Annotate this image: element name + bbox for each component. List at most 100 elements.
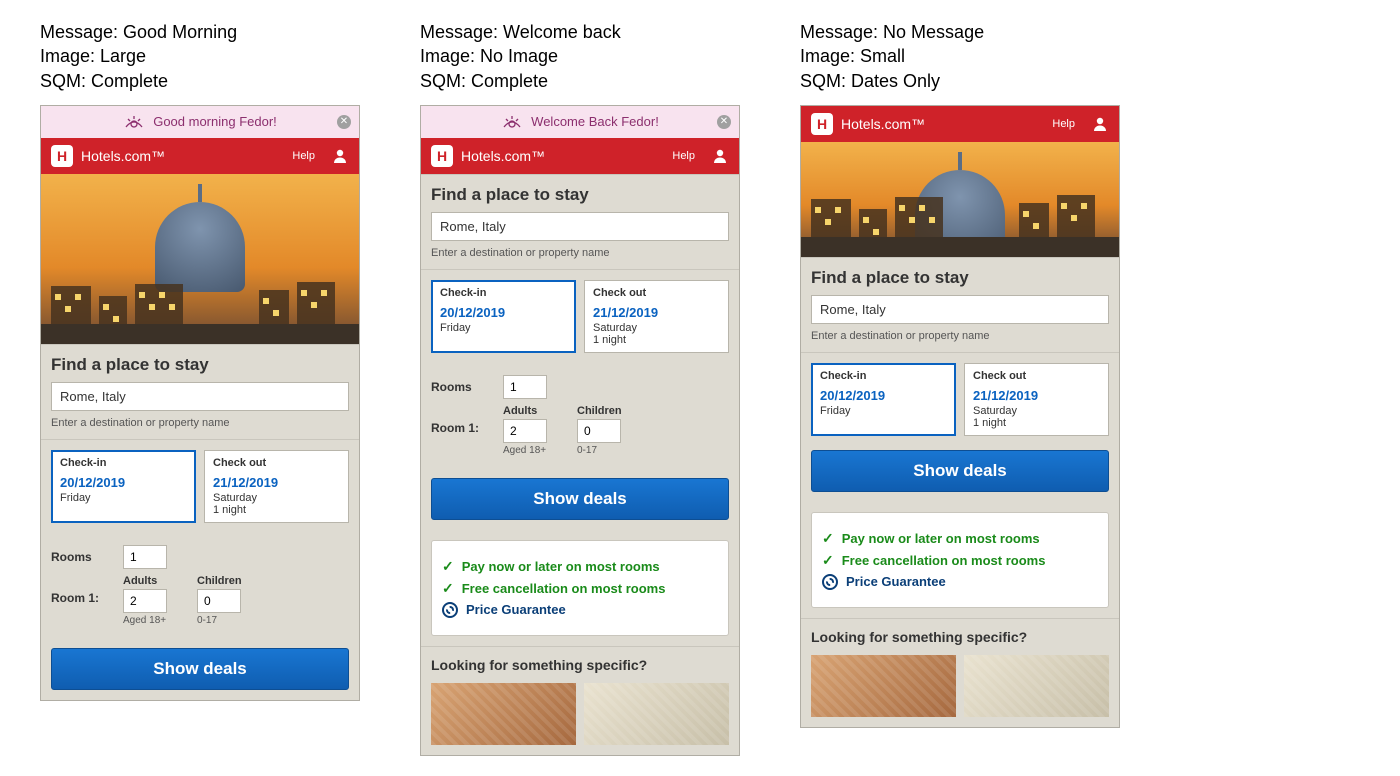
greeting-text: Good morning Fedor! bbox=[153, 114, 277, 129]
badge-price-guarantee[interactable]: Price Guarantee bbox=[442, 602, 718, 618]
checkout-date: 21/12/2019 bbox=[213, 475, 340, 490]
brand-name: Hotels.com™ bbox=[841, 116, 1044, 132]
sunrise-icon bbox=[123, 114, 145, 130]
brand-logo[interactable]: H bbox=[51, 145, 73, 167]
children-label: Children bbox=[577, 405, 622, 417]
mobile-mockup: Good morning Fedor! ✕ H Hotels.com™ Help… bbox=[40, 105, 360, 701]
checkout-card[interactable]: Check out 21/12/2019 Saturday 1 night bbox=[204, 450, 349, 523]
rooms-input[interactable] bbox=[503, 375, 547, 399]
brand-logo[interactable]: H bbox=[811, 113, 833, 135]
checkin-label: Check-in bbox=[820, 370, 947, 382]
specific-thumbs bbox=[421, 683, 739, 755]
destination-hint: Enter a destination or property name bbox=[811, 330, 1109, 342]
badge-pay-now: ✓Pay now or later on most rooms bbox=[822, 530, 1098, 547]
user-icon[interactable] bbox=[1091, 115, 1109, 133]
checkin-card[interactable]: Check-in 20/12/2019 Friday bbox=[431, 280, 576, 353]
brand-logo[interactable]: H bbox=[431, 145, 453, 167]
specific-thumb[interactable] bbox=[431, 683, 576, 745]
checkout-label: Check out bbox=[593, 287, 720, 299]
adults-label: Adults bbox=[503, 405, 547, 417]
nights-text: 1 night bbox=[213, 504, 340, 516]
checkout-label: Check out bbox=[973, 370, 1100, 382]
show-deals-button[interactable]: Show deals bbox=[51, 648, 349, 690]
variant-column: Message: No Message Image: Small SQM: Da… bbox=[800, 20, 1120, 728]
mobile-mockup: Welcome Back Fedor! ✕ H Hotels.com™ Help… bbox=[420, 105, 740, 756]
specific-title: Looking for something specific? bbox=[421, 646, 739, 683]
price-guarantee-icon bbox=[442, 602, 458, 618]
user-icon[interactable] bbox=[331, 147, 349, 165]
specific-thumbs bbox=[801, 655, 1119, 727]
destination-hint: Enter a destination or property name bbox=[51, 417, 349, 429]
check-icon: ✓ bbox=[822, 530, 834, 547]
room-prefix: Room 1: bbox=[51, 575, 113, 605]
adults-input[interactable] bbox=[503, 419, 547, 443]
checkin-day: Friday bbox=[820, 405, 947, 417]
greeting-banner: Welcome Back Fedor! ✕ bbox=[421, 106, 739, 138]
show-deals-button[interactable]: Show deals bbox=[811, 450, 1109, 492]
check-icon: ✓ bbox=[822, 552, 834, 569]
hero-image bbox=[801, 142, 1119, 257]
app-header: H Hotels.com™ Help bbox=[41, 138, 359, 174]
destination-input[interactable] bbox=[431, 212, 729, 241]
destination-input[interactable] bbox=[51, 382, 349, 411]
variant-column: Message: Welcome back Image: No Image SQ… bbox=[420, 20, 740, 756]
adults-sub: Aged 18+ bbox=[123, 615, 167, 626]
search-title: Find a place to stay bbox=[51, 355, 349, 375]
rooms-label: Rooms bbox=[51, 550, 113, 564]
checkin-day: Friday bbox=[60, 492, 187, 504]
children-sub: 0-17 bbox=[577, 445, 622, 456]
specific-thumb[interactable] bbox=[811, 655, 956, 717]
date-row: Check-in 20/12/2019 Friday Check out 21/… bbox=[41, 440, 359, 533]
variant-caption: Message: No Message Image: Small SQM: Da… bbox=[800, 20, 1120, 93]
search-section: Find a place to stay Enter a destination… bbox=[421, 174, 739, 270]
checkin-card[interactable]: Check-in 20/12/2019 Friday bbox=[51, 450, 196, 523]
checkin-label: Check-in bbox=[60, 457, 187, 469]
help-link[interactable]: Help bbox=[292, 150, 315, 162]
mobile-mockup: H Hotels.com™ Help Find a place to stay … bbox=[800, 105, 1120, 728]
badge-free-cancel: ✓Free cancellation on most rooms bbox=[442, 580, 718, 597]
badge-free-cancel: ✓Free cancellation on most rooms bbox=[822, 552, 1098, 569]
checkin-label: Check-in bbox=[440, 287, 567, 299]
children-label: Children bbox=[197, 575, 242, 587]
hero-image bbox=[41, 174, 359, 344]
variant-column: Message: Good Morning Image: Large SQM: … bbox=[40, 20, 360, 701]
price-guarantee-icon bbox=[822, 574, 838, 590]
close-icon[interactable]: ✕ bbox=[717, 115, 731, 129]
badges-card: ✓Pay now or later on most rooms ✓Free ca… bbox=[431, 540, 729, 636]
checkout-label: Check out bbox=[213, 457, 340, 469]
checkout-day: Saturday bbox=[973, 405, 1100, 417]
adults-sub: Aged 18+ bbox=[503, 445, 547, 456]
destination-input[interactable] bbox=[811, 295, 1109, 324]
room-prefix: Room 1: bbox=[431, 405, 493, 435]
close-icon[interactable]: ✕ bbox=[337, 115, 351, 129]
children-input[interactable] bbox=[197, 589, 241, 613]
search-title: Find a place to stay bbox=[431, 185, 729, 205]
adults-input[interactable] bbox=[123, 589, 167, 613]
checkout-card[interactable]: Check out 21/12/2019 Saturday 1 night bbox=[964, 363, 1109, 436]
app-header: H Hotels.com™ Help bbox=[421, 138, 739, 174]
nights-text: 1 night bbox=[973, 417, 1100, 429]
children-input[interactable] bbox=[577, 419, 621, 443]
search-section: Find a place to stay Enter a destination… bbox=[801, 257, 1119, 353]
checkout-day: Saturday bbox=[593, 322, 720, 334]
checkout-date: 21/12/2019 bbox=[593, 305, 720, 320]
sunrise-icon bbox=[501, 114, 523, 130]
checkin-date: 20/12/2019 bbox=[440, 305, 567, 320]
badge-pay-now: ✓Pay now or later on most rooms bbox=[442, 558, 718, 575]
check-icon: ✓ bbox=[442, 558, 454, 575]
greeting-banner: Good morning Fedor! ✕ bbox=[41, 106, 359, 138]
user-icon[interactable] bbox=[711, 147, 729, 165]
children-sub: 0-17 bbox=[197, 615, 242, 626]
specific-thumb[interactable] bbox=[964, 655, 1109, 717]
check-icon: ✓ bbox=[442, 580, 454, 597]
checkin-card[interactable]: Check-in 20/12/2019 Friday bbox=[811, 363, 956, 436]
badge-price-guarantee[interactable]: Price Guarantee bbox=[822, 574, 1098, 590]
specific-thumb[interactable] bbox=[584, 683, 729, 745]
rooms-input[interactable] bbox=[123, 545, 167, 569]
checkout-card[interactable]: Check out 21/12/2019 Saturday 1 night bbox=[584, 280, 729, 353]
help-link[interactable]: Help bbox=[672, 150, 695, 162]
checkout-day: Saturday bbox=[213, 492, 340, 504]
help-link[interactable]: Help bbox=[1052, 118, 1075, 130]
show-deals-button[interactable]: Show deals bbox=[431, 478, 729, 520]
rooms-block: Rooms Room 1: Adults Aged 18+ Children 0… bbox=[41, 533, 359, 644]
